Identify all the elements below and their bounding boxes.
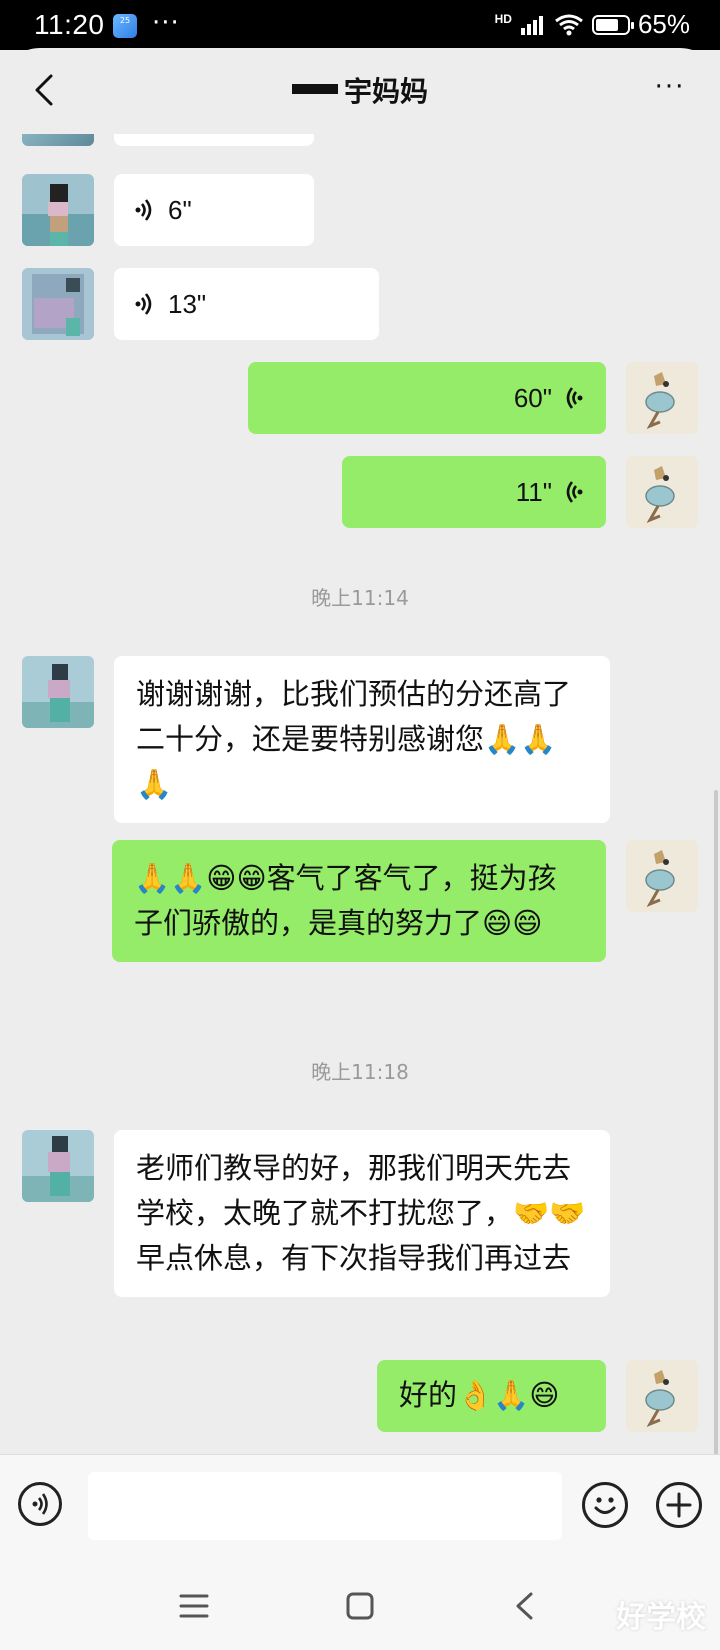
app-notification-icon: 25 xyxy=(113,14,137,38)
status-time: 11:20 xyxy=(34,9,105,40)
chat-header: 宇妈妈 ··· xyxy=(0,48,720,134)
voice-mode-icon xyxy=(32,1493,48,1515)
voice-wave-icon xyxy=(135,199,152,221)
back-triangle-icon xyxy=(516,1592,533,1620)
voice-input-toggle-button[interactable] xyxy=(18,1482,62,1526)
battery-icon xyxy=(591,14,634,35)
contact-avatar-image xyxy=(22,1130,94,1202)
message-bubble-partial xyxy=(114,134,314,146)
my-avatar-image xyxy=(626,456,698,528)
text-message-sent[interactable]: 🙏🙏😁😁客气了客气了，挺为孩子们骄傲的，是真的努力了😄😄 xyxy=(112,840,606,962)
chat-scrollbar[interactable] xyxy=(714,790,718,1455)
wifi-icon xyxy=(555,14,583,35)
voice-duration: 13" xyxy=(168,288,207,319)
more-functions-button[interactable] xyxy=(656,1482,702,1528)
text-message[interactable]: 谢谢谢谢，比我们预估的分还高了二十分，还是要特别感谢您🙏🙏🙏 xyxy=(114,656,610,823)
menu-icon xyxy=(179,1594,209,1618)
chat-message-list[interactable]: 6" 13" 60" 11" 晚上11:14 谢谢谢谢，比我们预估的分还高了二十… xyxy=(0,134,720,1454)
voice-duration: 60" xyxy=(513,382,552,413)
my-avatar-image xyxy=(626,362,698,434)
message-text: 谢谢谢谢，比我们预估的分还高了二十分，还是要特别感谢您🙏🙏🙏 xyxy=(136,677,572,801)
message-text-input[interactable] xyxy=(88,1472,562,1540)
emoji-button[interactable] xyxy=(582,1482,628,1528)
voice-message[interactable]: 6" xyxy=(114,174,314,246)
message-text: 🙏🙏😁😁客气了客气了，挺为孩子们骄傲的，是真的努力了😄😄 xyxy=(134,861,557,940)
voice-duration: 6" xyxy=(168,194,192,225)
contact-avatar[interactable] xyxy=(22,268,94,340)
status-more-notifications: ··· xyxy=(152,8,180,38)
message-text: 好的👌🙏😄 xyxy=(399,1378,560,1412)
text-message[interactable]: 老师们教导的好，那我们明天先去学校，太晚了就不打扰您了，🤝🤝早点休息，有下次指导… xyxy=(114,1130,610,1297)
recent-apps-button[interactable] xyxy=(172,1584,216,1628)
battery-percent: 65% xyxy=(637,9,690,39)
contact-name: 宇妈妈 xyxy=(343,75,428,108)
chat-title: 宇妈妈 xyxy=(0,70,720,110)
voice-message-sent[interactable]: 11" xyxy=(342,456,606,528)
network-hd-label: HD xyxy=(494,11,512,26)
contact-avatar-image xyxy=(22,268,94,340)
ellipsis-icon: ··· xyxy=(654,72,686,102)
voice-message-sent[interactable]: 60" xyxy=(248,362,606,434)
chat-more-button[interactable]: ··· xyxy=(650,72,690,108)
contact-avatar[interactable] xyxy=(22,1130,94,1202)
signal-icon xyxy=(520,15,543,35)
contact-avatar-image xyxy=(22,174,94,246)
plus-icon xyxy=(666,1492,692,1518)
voice-wave-icon xyxy=(566,481,583,503)
my-avatar-image xyxy=(626,840,698,912)
message-timestamp: 晚上11:18 xyxy=(311,1060,409,1084)
redaction-mark xyxy=(291,84,338,94)
contact-avatar[interactable] xyxy=(22,134,94,146)
system-back-button[interactable] xyxy=(502,1584,546,1628)
home-button[interactable] xyxy=(338,1584,382,1628)
contact-avatar-image xyxy=(22,656,94,728)
voice-duration: 11" xyxy=(515,476,552,507)
message-text: 老师们教导的好，那我们明天先去学校，太晚了就不打扰您了，🤝🤝早点休息，有下次指导… xyxy=(136,1151,586,1275)
voice-message[interactable]: 13" xyxy=(114,268,379,340)
text-message-sent[interactable]: 好的👌🙏😄 xyxy=(377,1360,606,1432)
voice-wave-icon xyxy=(135,293,152,315)
voice-wave-icon xyxy=(566,387,583,409)
message-timestamp: 晚上11:14 xyxy=(311,586,409,610)
status-bar: 11:20 25 ··· HD 65% xyxy=(0,0,720,50)
system-navigation-bar xyxy=(0,1562,720,1650)
my-avatar-image xyxy=(626,1360,698,1432)
my-avatar[interactable] xyxy=(626,456,698,528)
status-right: HD 65% xyxy=(495,9,690,40)
emoji-icon xyxy=(594,1497,616,1514)
message-input-bar xyxy=(0,1454,720,1563)
my-avatar[interactable] xyxy=(626,362,698,434)
my-avatar[interactable] xyxy=(626,1360,698,1432)
watermark-logo: 好学校 xyxy=(616,1600,706,1635)
contact-avatar[interactable] xyxy=(22,656,94,728)
home-square-icon xyxy=(346,1592,374,1620)
my-avatar[interactable] xyxy=(626,840,698,912)
contact-avatar[interactable] xyxy=(22,174,94,246)
